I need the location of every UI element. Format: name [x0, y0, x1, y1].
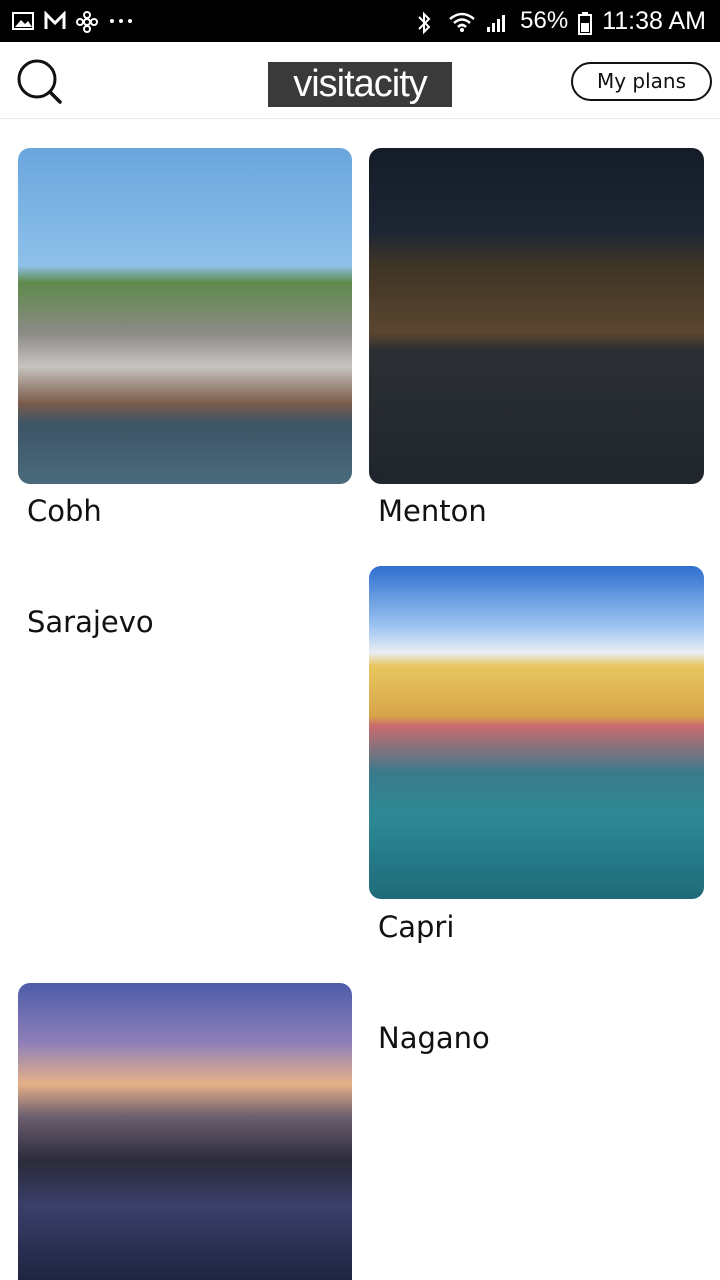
city-photo[interactable] — [18, 983, 352, 1280]
bluetooth-icon — [416, 11, 438, 35]
city-photo[interactable] — [369, 148, 704, 484]
city-photo[interactable] — [369, 566, 704, 899]
wifi-icon — [448, 11, 476, 32]
search-button[interactable] — [14, 56, 64, 106]
app-logo[interactable]: visitacity — [268, 62, 452, 107]
city-card-capri[interactable]: Capri — [369, 566, 704, 956]
city-card-nagano[interactable]: Nagano — [369, 983, 704, 1280]
battery-percent: 56% — [520, 7, 569, 34]
system-status: 56% 11:38 AM — [416, 7, 706, 36]
city-name[interactable]: Capri — [378, 910, 454, 944]
city-card-cobh[interactable]: Cobh — [18, 148, 352, 538]
city-photo[interactable] — [18, 148, 352, 484]
search-icon — [17, 59, 62, 104]
signal-icon — [486, 11, 510, 32]
notification-area — [12, 10, 132, 33]
app-header: visitacity My plans — [0, 42, 720, 119]
city-card-skyline[interactable] — [18, 983, 352, 1280]
more-dots-icon — [108, 11, 132, 31]
city-card-sarajevo[interactable]: Sarajevo — [18, 565, 352, 945]
my-plans-button[interactable]: My plans — [571, 62, 712, 101]
status-bar: 56% 11:38 AM — [0, 0, 720, 42]
battery-icon — [578, 11, 593, 35]
city-name[interactable]: Menton — [378, 494, 487, 528]
city-name[interactable]: Sarajevo — [27, 605, 154, 639]
city-name[interactable]: Cobh — [27, 494, 102, 528]
gallery-icon — [12, 11, 34, 31]
city-name[interactable]: Nagano — [378, 1021, 490, 1055]
gmail-icon — [44, 10, 66, 31]
fan-icon — [76, 11, 98, 33]
city-card-menton[interactable]: Menton — [369, 148, 704, 538]
clock: 11:38 AM — [602, 6, 706, 35]
